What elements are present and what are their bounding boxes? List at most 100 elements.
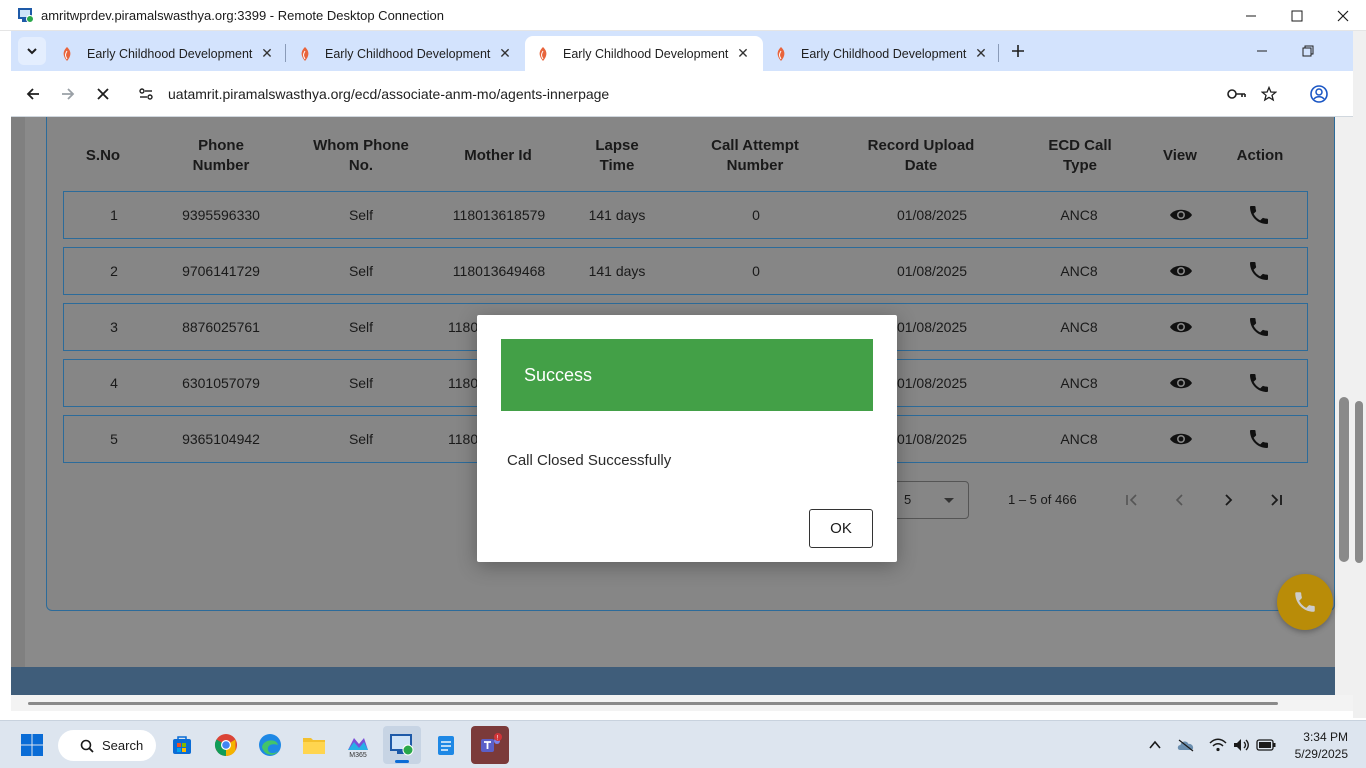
close-button[interactable] xyxy=(1320,0,1366,31)
browser-minimize-button[interactable] xyxy=(1250,39,1274,63)
chevron-left-icon xyxy=(1175,494,1183,506)
password-key-button[interactable] xyxy=(1225,82,1249,106)
cell-phone: 8876025761 xyxy=(182,319,260,335)
profile-icon xyxy=(1310,85,1328,103)
cell-sno: 1 xyxy=(110,207,118,223)
first-page-icon xyxy=(1126,494,1137,506)
ecd-favicon-icon xyxy=(63,46,71,61)
file-explorer-button[interactable] xyxy=(295,726,333,764)
cell-sno: 5 xyxy=(110,431,118,447)
phone-call-icon[interactable] xyxy=(1247,315,1271,339)
th-ecd-call-type: ECD Call Type xyxy=(1048,137,1112,174)
phone-call-icon[interactable] xyxy=(1247,203,1271,227)
clock-time: 3:34 PM xyxy=(1303,730,1348,744)
browser-tab-4[interactable]: Early Childhood Development ✕ xyxy=(763,36,1001,71)
teams-button[interactable]: ! xyxy=(471,726,509,764)
notepad-button[interactable] xyxy=(427,726,465,764)
previous-page-button[interactable] xyxy=(1167,487,1193,513)
wifi-tray[interactable] xyxy=(1208,735,1228,755)
m365-button[interactable]: M365 xyxy=(339,726,377,764)
browser-tab-2[interactable]: Early Childhood Development ✕ xyxy=(287,36,525,71)
cell-attempt: 0 xyxy=(752,207,760,223)
microsoft-store-button[interactable] xyxy=(163,726,201,764)
phone-call-icon[interactable] xyxy=(1247,371,1271,395)
page-size-value: 5 xyxy=(904,492,912,507)
ecd-favicon-icon xyxy=(301,46,309,61)
page-range-label: 1 – 5 of 466 xyxy=(1008,492,1077,507)
site-info-icon[interactable] xyxy=(132,80,160,108)
clock-date: 5/29/2025 xyxy=(1294,747,1348,761)
rdp-horizontal-scrollbar[interactable] xyxy=(28,702,1278,705)
browser-restore-button[interactable] xyxy=(1296,39,1320,63)
dialog-header: Success xyxy=(501,339,873,411)
cell-whom: Self xyxy=(348,207,374,223)
eye-view-icon[interactable] xyxy=(1169,203,1193,227)
eye-view-icon[interactable] xyxy=(1169,427,1193,451)
edge-button[interactable] xyxy=(251,726,289,764)
cell-phone: 9395596330 xyxy=(182,207,260,223)
eye-view-icon[interactable] xyxy=(1169,371,1193,395)
start-button[interactable] xyxy=(13,726,51,764)
floating-call-button[interactable] xyxy=(1277,574,1333,630)
browser-tab-3-active[interactable]: Early Childhood Development ✕ xyxy=(525,36,763,71)
windows-logo-icon xyxy=(21,734,43,756)
phone-call-icon[interactable] xyxy=(1247,427,1271,451)
chrome-icon xyxy=(215,734,237,756)
tab-search-button[interactable] xyxy=(18,37,46,65)
last-page-button[interactable] xyxy=(1263,487,1289,513)
back-button[interactable] xyxy=(21,82,45,106)
page-scroll-thumb[interactable] xyxy=(1339,397,1349,562)
cell-phone: 9365104942 xyxy=(182,431,260,447)
chrome-button[interactable] xyxy=(207,726,245,764)
key-icon xyxy=(1227,89,1246,99)
volume-tray[interactable] xyxy=(1232,735,1252,755)
dialog-title: Success xyxy=(524,365,593,385)
ok-button[interactable]: OK xyxy=(809,509,873,548)
next-page-button[interactable] xyxy=(1215,487,1241,513)
tab-close-icon[interactable]: ✕ xyxy=(257,44,277,64)
tab-close-icon[interactable]: ✕ xyxy=(733,44,753,64)
page-footer-band xyxy=(11,667,1335,695)
tab-divider xyxy=(285,44,286,62)
remote-desktop-taskbar-button[interactable] xyxy=(383,726,421,764)
cell-sno: 3 xyxy=(110,319,118,335)
browser-tab-strip: Early Childhood Development ✕ Early Chil… xyxy=(11,31,1353,71)
eye-view-icon[interactable] xyxy=(1169,315,1193,339)
stop-loading-button[interactable] xyxy=(91,82,115,106)
bookmark-star-button[interactable] xyxy=(1257,82,1281,106)
forward-button[interactable] xyxy=(56,82,80,106)
taskbar-search[interactable]: Search xyxy=(58,730,156,761)
maximize-button[interactable] xyxy=(1274,0,1320,31)
rdp-title-bar: amritwprdev.piramalswasthya.org:3399 - R… xyxy=(0,0,1366,31)
chevron-right-icon xyxy=(1225,494,1233,506)
eye-view-icon[interactable] xyxy=(1169,259,1193,283)
minimize-button[interactable] xyxy=(1228,0,1274,31)
tab-close-icon[interactable]: ✕ xyxy=(971,44,991,64)
cell-sno: 4 xyxy=(110,375,118,391)
plus-icon xyxy=(1012,45,1024,57)
rdp-vertical-scrollbar[interactable] xyxy=(1353,31,1366,718)
page-scrollbar[interactable] xyxy=(1335,117,1353,695)
cell-call-type: ANC8 xyxy=(1060,319,1098,335)
tab-title: Early Childhood Development xyxy=(801,46,967,61)
url-text[interactable]: uatamrit.piramalswasthya.org/ecd/associa… xyxy=(168,86,609,102)
onedrive-tray[interactable] xyxy=(1176,735,1196,755)
close-icon xyxy=(1337,10,1349,21)
browser-tab-1[interactable]: Early Childhood Development ✕ xyxy=(49,36,287,71)
battery-tray[interactable] xyxy=(1256,735,1276,755)
profile-button[interactable] xyxy=(1307,82,1331,106)
first-page-button[interactable] xyxy=(1119,487,1145,513)
cell-lapse: 141 days xyxy=(588,207,646,223)
teams-icon: ! xyxy=(481,733,502,752)
show-hidden-icons-button[interactable] xyxy=(1145,735,1165,755)
rdp-scroll-thumb[interactable] xyxy=(1355,401,1363,563)
new-tab-button[interactable] xyxy=(1006,39,1030,63)
tab-close-icon[interactable]: ✕ xyxy=(495,44,515,64)
address-bar[interactable]: uatamrit.piramalswasthya.org/ecd/associa… xyxy=(132,77,1332,111)
store-icon xyxy=(173,736,191,754)
phone-call-icon[interactable] xyxy=(1247,259,1271,283)
minimize-icon xyxy=(1257,50,1267,52)
cell-call-type: ANC8 xyxy=(1060,263,1098,279)
cell-lapse: 141 days xyxy=(588,263,646,279)
taskbar-clock[interactable]: 3:34 PM 5/29/2025 xyxy=(1288,729,1348,763)
